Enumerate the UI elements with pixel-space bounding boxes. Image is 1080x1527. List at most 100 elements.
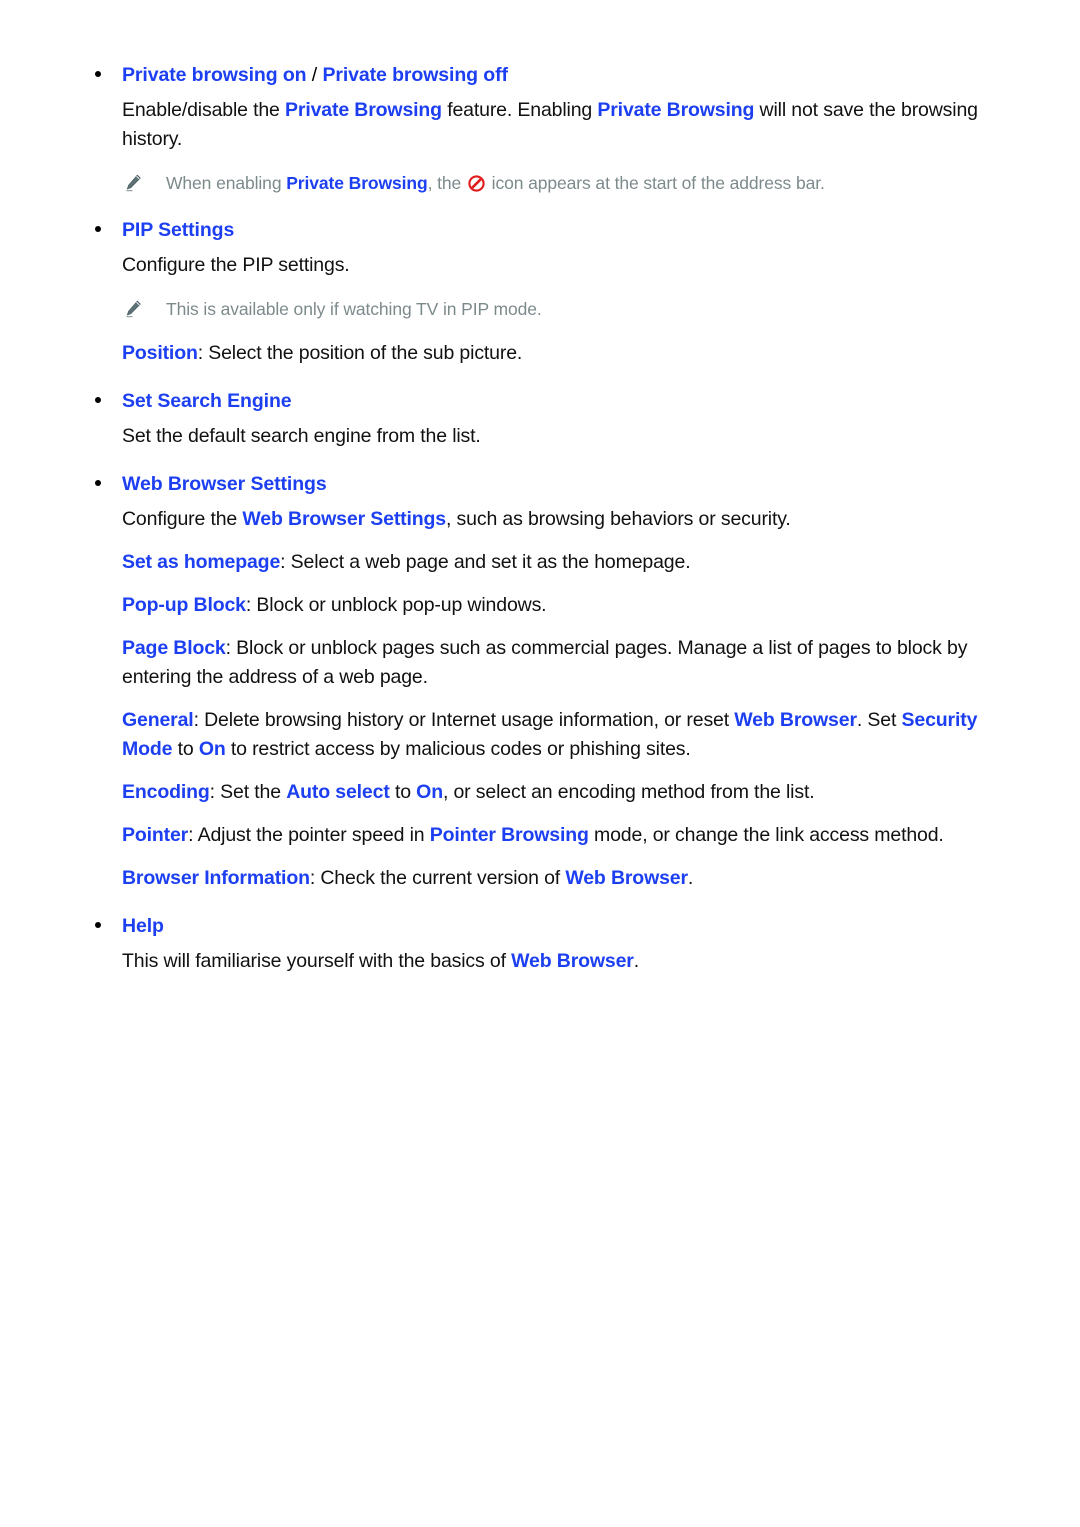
term-pointer: Pointer [122,824,189,846]
section-set-search-engine-heading: Set Search Engine [90,388,990,414]
term-position: Position [122,342,198,364]
option-position: Position: Select the position of the sub… [90,339,990,368]
text-segment: Configure the [122,508,243,530]
term-pointer-browsing: Pointer Browsing [429,824,589,846]
option-page-block: Page Block: Block or unblock pages such … [90,634,990,692]
text-segment: icon appears at the start of the address… [486,173,825,193]
term-browser-information: Browser Information [122,867,310,889]
note-text: This is available only if watching TV in… [166,299,542,319]
heading-pip-settings[interactable]: PIP Settings [122,217,990,243]
heading-set-search-engine[interactable]: Set Search Engine [122,388,990,414]
text-segment: : Select the position of the sub picture… [197,342,523,364]
term-private-browsing-2: Private Browsing [597,99,755,121]
bullet-icon [95,480,101,486]
text-segment: This will familiarise yourself with the … [122,950,512,972]
bullet-icon [95,71,101,77]
text-segment: : Check the current version of [309,867,566,889]
text-segment: : Block or unblock pages such as commerc… [122,637,968,688]
term-private-browsing-1: Private Browsing [285,99,442,121]
term-web-browser-settings: Web Browser Settings [242,508,447,530]
option-browser-information: Browser Information: Check the current v… [90,864,990,893]
text-segment: , such as browsing behaviors or security… [446,508,791,530]
term-set-as-homepage: Set as homepage [122,551,281,573]
document-page: Private browsing on / Private browsing o… [0,0,1080,1527]
text-segment: to restrict access by malicious codes or… [225,738,691,760]
text-segment: . [633,950,640,972]
option-encoding: Encoding: Set the Auto select to On, or … [90,778,990,807]
heading-separator: / [306,64,323,86]
paragraph-set-search-engine: Set the default search engine from the l… [122,425,481,447]
section-help-heading: Help [90,913,990,939]
text-segment: mode, or change the link access method. [588,824,944,846]
section-web-browser-settings-heading: Web Browser Settings [90,471,990,497]
term-page-block: Page Block [122,637,226,659]
heading-private-browsing-on[interactable]: Private browsing on [122,64,307,86]
term-general: General [122,709,194,731]
term-encoding: Encoding [122,781,210,803]
paragraph-private-browsing: Enable/disable the Private Browsing feat… [90,96,990,154]
section-pip-settings-heading: PIP Settings [90,217,990,243]
text-segment: to [172,738,199,760]
bullet-icon [95,922,101,928]
text-segment: , or select an encoding method from the … [442,781,815,803]
text-segment: : Block or unblock pop-up windows. [245,594,547,616]
term-auto-select: Auto select [286,781,390,803]
text-segment: : Set the [209,781,287,803]
paragraph-pip-settings: Configure the PIP settings. [122,254,350,276]
section-private-browsing-heading: Private browsing on / Private browsing o… [90,62,990,88]
text-segment: feature. Enabling [441,99,598,121]
text-segment: : Select a web page and set it as the ho… [280,551,691,573]
option-set-as-homepage: Set as homepage: Select a web page and s… [90,548,990,577]
term-on-1: On [198,738,226,760]
heading-help[interactable]: Help [122,913,990,939]
term-on-2: On [416,781,443,803]
text-segment: : Delete browsing history or Internet us… [193,709,735,731]
bullet-icon [95,226,101,232]
text-segment: . [687,867,694,889]
bullet-icon [95,397,101,403]
term-web-browser: Web Browser [734,709,857,731]
option-general: General: Delete browsing history or Inte… [90,706,990,764]
term-pop-up-block: Pop-up Block [122,594,246,616]
heading-private-browsing: Private browsing on / Private browsing o… [122,62,990,88]
text-segment: : Adjust the pointer speed in [188,824,430,846]
pencil-icon [126,300,141,318]
text-segment: . Set [856,709,902,731]
pencil-icon [126,174,141,192]
term-web-browser-2: Web Browser [565,867,688,889]
prohibition-icon [468,175,485,192]
paragraph-help: This will familiarise yourself with the … [90,947,990,976]
heading-web-browser-settings[interactable]: Web Browser Settings [122,471,990,497]
note-pip-settings: This is available only if watching TV in… [90,296,990,323]
term-web-browser-3: Web Browser [511,950,634,972]
term-private-browsing-note: Private Browsing [286,173,428,193]
paragraph-web-browser-settings-intro: Configure the Web Browser Settings, such… [90,505,990,534]
text-segment: Enable/disable the [122,99,286,121]
text-segment: When enabling [166,173,287,193]
heading-private-browsing-off[interactable]: Private browsing off [322,64,508,86]
option-pointer: Pointer: Adjust the pointer speed in Poi… [90,821,990,850]
text-segment: , the [427,173,466,193]
text-segment: to [389,781,417,803]
option-pop-up-block: Pop-up Block: Block or unblock pop-up wi… [90,591,990,620]
note-private-browsing: When enabling Private Browsing, the icon… [90,170,990,197]
